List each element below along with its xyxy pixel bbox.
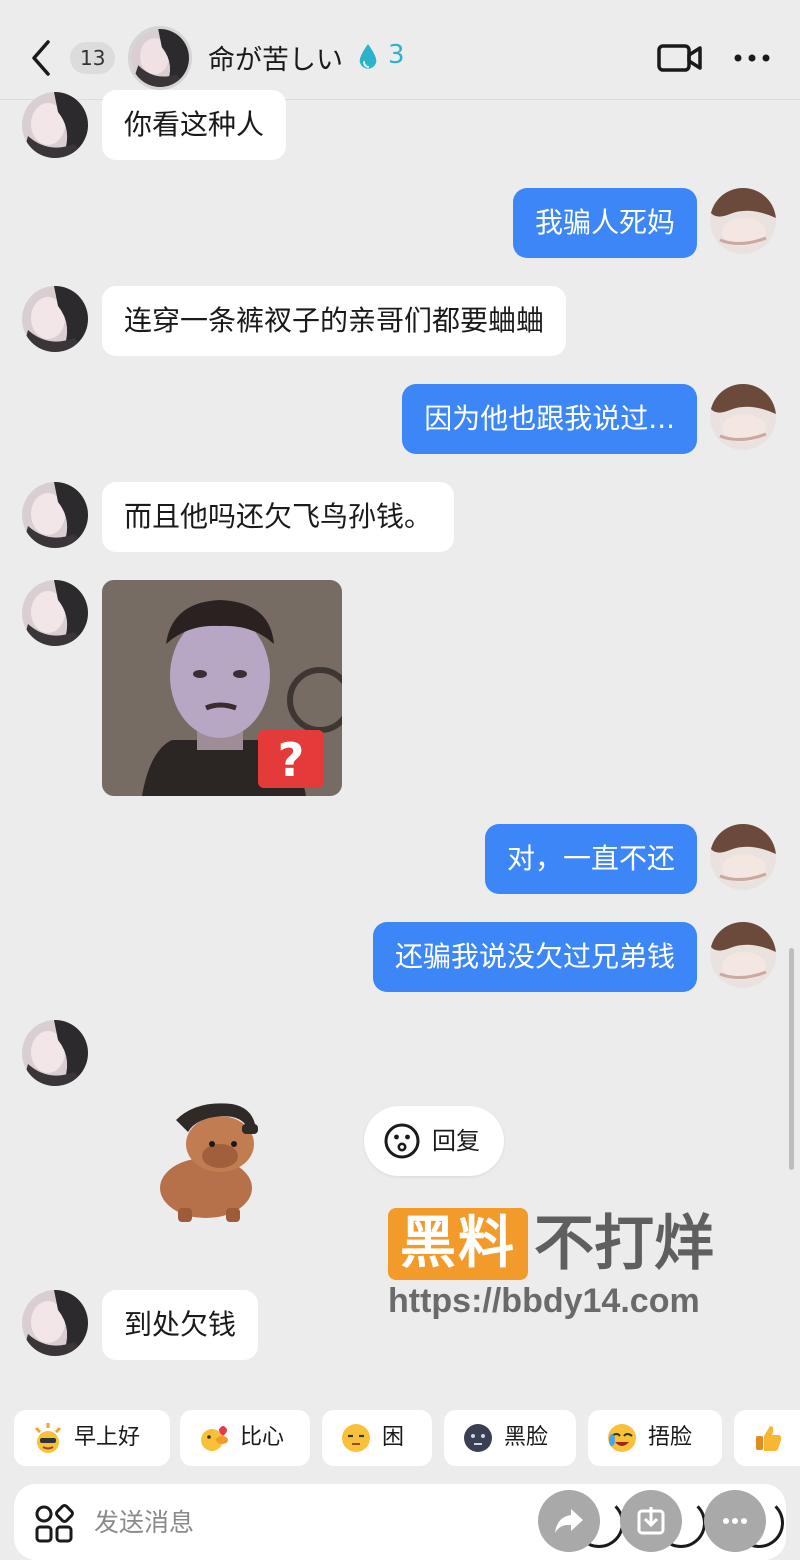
quick-reply-label: 早上好	[74, 1425, 141, 1450]
capybara-sticker[interactable]	[148, 1100, 260, 1224]
smiley-icon	[384, 1123, 420, 1159]
duck-heart-emoji	[198, 1422, 230, 1454]
quick-reply-chip[interactable]: 早上好	[14, 1410, 170, 1466]
message-bubble-sent[interactable]: 因为他也跟我说过...	[402, 384, 697, 454]
reply-button[interactable]: 回复	[364, 1106, 504, 1176]
face-palm-emoji	[606, 1422, 638, 1454]
contact-avatar[interactable]	[22, 482, 88, 548]
quick-reply-chip[interactable]: 比心	[180, 1410, 310, 1466]
watermark-title: 不打烊	[534, 1209, 714, 1279]
quick-reply-label: 黑脸	[504, 1425, 549, 1450]
water-drop-icon	[356, 42, 380, 72]
contact-avatar[interactable]	[22, 1290, 88, 1356]
my-avatar[interactable]	[710, 188, 776, 254]
message-bubble-sent[interactable]: 还骗我说没欠过兄弟钱	[372, 922, 697, 992]
message-input[interactable]	[94, 1498, 494, 1546]
unread-count-badge: 13	[70, 42, 116, 74]
more-options-button[interactable]	[704, 1490, 766, 1552]
save-download-button[interactable]	[620, 1490, 682, 1552]
contact-name: 命が苦しい	[208, 45, 343, 76]
message-input-bar	[14, 1484, 786, 1560]
sleepy-face-emoji	[340, 1422, 372, 1454]
image-message[interactable]: ?	[102, 580, 342, 796]
contact-avatar[interactable]	[128, 26, 192, 90]
video-call-icon[interactable]	[656, 40, 704, 76]
quick-reply-label: 比心	[240, 1425, 285, 1450]
contact-avatar[interactable]	[22, 1020, 88, 1086]
message-bubble-received[interactable]: 到处欠钱	[102, 1290, 259, 1360]
question-mark-badge: ?	[278, 733, 305, 787]
contact-avatar[interactable]	[22, 580, 88, 646]
quick-reply-chip[interactable]: 捂脸	[588, 1410, 722, 1466]
quick-reply-bar: 早上好 比心 困 黑脸 捂脸	[14, 1410, 800, 1468]
sun-face-emoji	[32, 1422, 64, 1454]
watermark-url: https://bbdy14.com	[388, 1282, 700, 1320]
quick-reply-chip[interactable]: 困	[322, 1410, 432, 1466]
message-bubble-received[interactable]: 而且他吗还欠飞鸟孙钱。	[102, 482, 455, 552]
message-bubble-received[interactable]: 你看这种人	[102, 90, 287, 160]
quick-reply-chip[interactable]	[734, 1410, 800, 1466]
quick-reply-chip[interactable]: 黑脸	[444, 1410, 576, 1466]
scrollbar[interactable]	[789, 948, 794, 1170]
quick-reply-label: 困	[382, 1425, 405, 1450]
my-avatar[interactable]	[710, 384, 776, 450]
thumbs-up-emoji	[752, 1422, 784, 1454]
spark-count: 3	[388, 40, 405, 70]
my-avatar[interactable]	[710, 824, 776, 890]
apps-grid-icon[interactable]	[34, 1504, 74, 1544]
quick-reply-label: 捂脸	[648, 1425, 693, 1450]
watermark-logo-text: 黑料	[400, 1211, 516, 1276]
my-avatar[interactable]	[710, 922, 776, 988]
reply-label: 回复	[432, 1127, 480, 1155]
watermark-logo: 黑料	[388, 1208, 528, 1280]
message-bubble-received[interactable]: 连穿一条裤衩子的亲哥们都要蛐蛐	[102, 286, 567, 356]
message-bubble-sent[interactable]: 我骗人死妈	[512, 188, 697, 258]
contact-avatar[interactable]	[22, 92, 88, 158]
more-icon[interactable]	[730, 44, 774, 72]
contact-avatar[interactable]	[22, 286, 88, 352]
back-icon[interactable]	[26, 34, 58, 82]
message-bubble-sent[interactable]: 对，一直不还	[484, 824, 697, 894]
dark-face-emoji	[462, 1422, 494, 1454]
chat-header: 13 命が苦しい 3	[0, 0, 800, 100]
share-button[interactable]	[538, 1490, 600, 1552]
